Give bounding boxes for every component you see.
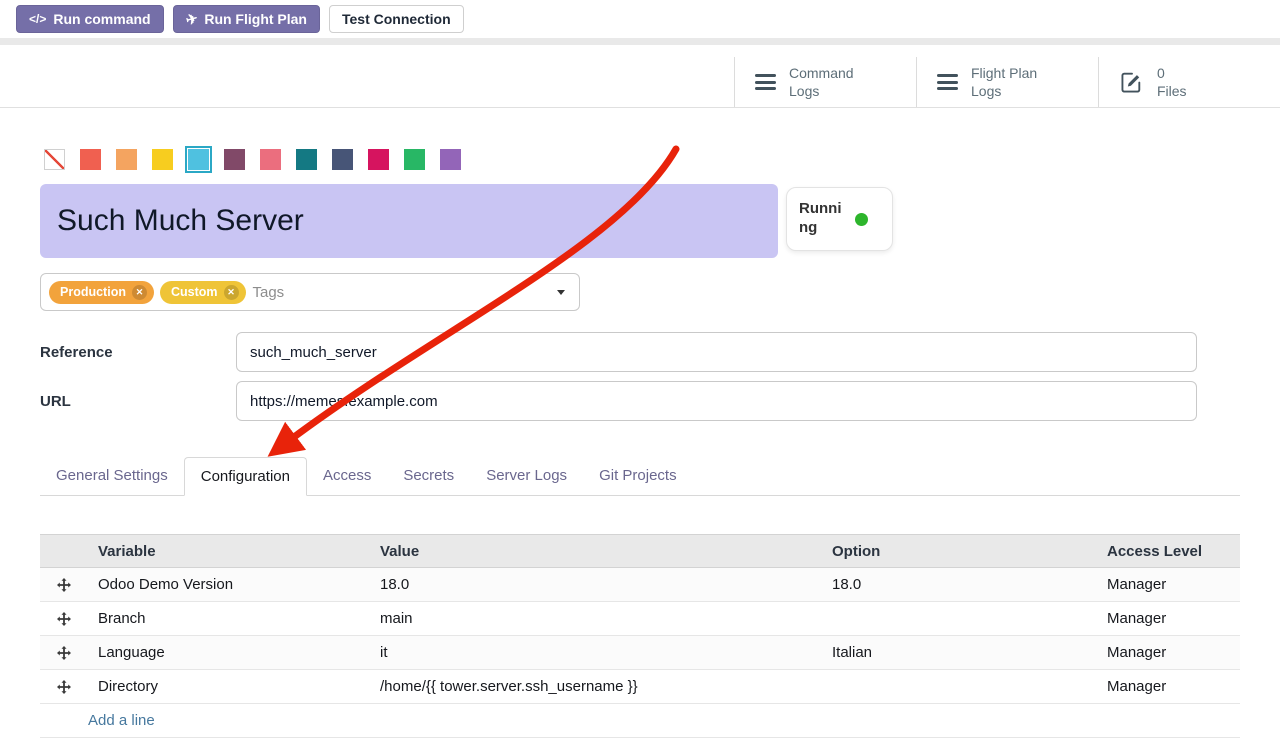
test-connection-button[interactable]: Test Connection xyxy=(329,5,464,33)
color-swatch-purple[interactable] xyxy=(440,149,461,170)
table-row: Directory /home/{{ tower.server.ssh_user… xyxy=(40,670,1240,704)
app-window: </> Run command ✈ Run Flight Plan Test C… xyxy=(0,0,1280,742)
color-swatch-green[interactable] xyxy=(404,149,425,170)
url-field-row: URL xyxy=(40,381,1240,421)
stat-button-command-logs[interactable]: CommandLogs xyxy=(734,57,916,107)
tags-placeholder: Tags xyxy=(253,284,285,301)
reference-field-row: Reference xyxy=(40,332,1240,372)
color-swatch-orange[interactable] xyxy=(116,149,137,170)
dropdown-caret-icon[interactable] xyxy=(557,290,565,295)
plane-icon: ✈ xyxy=(184,9,200,28)
run-flight-plan-button[interactable]: ✈ Run Flight Plan xyxy=(173,5,320,33)
tag-custom[interactable]: Custom ✕ xyxy=(160,281,246,304)
edit-icon xyxy=(1119,70,1144,95)
divider xyxy=(0,38,1280,45)
status-card: Running xyxy=(786,187,893,251)
tag-label: Production xyxy=(60,285,126,299)
cell-value[interactable]: 18.0 xyxy=(370,568,822,602)
tab-secrets[interactable]: Secrets xyxy=(387,457,470,496)
status-label: Running xyxy=(799,200,846,238)
stat-button-group: CommandLogs Flight PlanLogs 0Files xyxy=(734,57,1280,107)
tag-remove-icon[interactable]: ✕ xyxy=(132,285,147,300)
cell-option[interactable] xyxy=(822,602,1097,636)
cell-option[interactable]: 18.0 xyxy=(822,568,1097,602)
cell-option[interactable] xyxy=(822,670,1097,704)
menu-icon xyxy=(755,74,776,90)
menu-icon xyxy=(937,74,958,90)
color-swatch-row xyxy=(40,148,1240,170)
cell-option[interactable]: Italian xyxy=(822,636,1097,670)
tags-container: Production ✕ Custom ✕ xyxy=(49,281,246,304)
add-a-line-link[interactable]: Add a line xyxy=(88,712,155,729)
tag-remove-icon[interactable]: ✕ xyxy=(224,285,239,300)
table-header-row: Variable Value Option Access Level xyxy=(40,535,1240,568)
cell-variable[interactable]: Directory xyxy=(88,670,370,704)
form-header: CommandLogs Flight PlanLogs 0Files xyxy=(0,45,1280,108)
title-row: Running xyxy=(40,184,1240,258)
reference-input[interactable] xyxy=(236,332,1197,372)
cell-access-level[interactable]: Manager xyxy=(1097,602,1240,636)
stat-button-0-files[interactable]: 0Files xyxy=(1098,57,1280,107)
color-swatch-dark-blue[interactable] xyxy=(332,149,353,170)
code-icon: </> xyxy=(29,12,46,26)
col-header-handle xyxy=(40,535,88,568)
color-swatch-salmon-pink[interactable] xyxy=(260,149,281,170)
col-header-option: Option xyxy=(822,535,1097,568)
tab-general-settings[interactable]: General Settings xyxy=(40,457,184,496)
drag-handle-icon[interactable] xyxy=(40,646,88,660)
table-row: Language it Italian Manager xyxy=(40,636,1240,670)
color-swatch-dark-purple[interactable] xyxy=(224,149,245,170)
cell-variable[interactable]: Odoo Demo Version xyxy=(88,568,370,602)
tab-git-projects[interactable]: Git Projects xyxy=(583,457,693,496)
test-connection-label: Test Connection xyxy=(342,11,451,27)
cell-variable[interactable]: Language xyxy=(88,636,370,670)
stat-button-label: Flight PlanLogs xyxy=(971,64,1037,100)
color-swatch-teal[interactable] xyxy=(296,149,317,170)
run-flight-plan-label: Run Flight Plan xyxy=(204,11,307,27)
cell-value[interactable]: /home/{{ tower.server.ssh_username }} xyxy=(370,670,822,704)
add-line-row: Add a line xyxy=(40,704,1240,738)
url-input[interactable] xyxy=(236,381,1197,421)
top-toolbar: </> Run command ✈ Run Flight Plan Test C… xyxy=(0,0,1280,38)
cell-value[interactable]: main xyxy=(370,602,822,636)
url-label: URL xyxy=(40,393,236,410)
color-swatch-red[interactable] xyxy=(80,149,101,170)
cell-access-level[interactable]: Manager xyxy=(1097,670,1240,704)
server-name-input[interactable] xyxy=(40,184,778,258)
tab-server-logs[interactable]: Server Logs xyxy=(470,457,583,496)
configuration-table: Variable Value Option Access Level Odoo … xyxy=(40,534,1240,738)
form-sheet: Running Production ✕ Custom ✕ Tags Referenc… xyxy=(0,148,1280,738)
run-command-label: Run command xyxy=(53,11,150,27)
color-swatch-yellow[interactable] xyxy=(152,149,173,170)
tags-input[interactable]: Production ✕ Custom ✕ Tags xyxy=(40,273,580,311)
tab-bar: General SettingsConfigurationAccessSecre… xyxy=(40,457,1240,496)
cell-access-level[interactable]: Manager xyxy=(1097,568,1240,602)
table-row: Odoo Demo Version 18.0 18.0 Manager xyxy=(40,568,1240,602)
color-swatch-fuchsia[interactable] xyxy=(368,149,389,170)
table-row: Branch main Manager xyxy=(40,602,1240,636)
stat-button-flight-plan-logs[interactable]: Flight PlanLogs xyxy=(916,57,1098,107)
cell-value[interactable]: it xyxy=(370,636,822,670)
tag-label: Custom xyxy=(171,285,218,299)
stat-button-label: CommandLogs xyxy=(789,64,854,100)
cell-variable[interactable]: Branch xyxy=(88,602,370,636)
drag-handle-icon[interactable] xyxy=(40,680,88,694)
reference-label: Reference xyxy=(40,344,236,361)
tab-access[interactable]: Access xyxy=(307,457,387,496)
color-swatch-cyan[interactable] xyxy=(188,149,209,170)
table-body: Odoo Demo Version 18.0 18.0 Manager Bran… xyxy=(40,568,1240,704)
cell-access-level[interactable]: Manager xyxy=(1097,636,1240,670)
col-header-access-level: Access Level xyxy=(1097,535,1240,568)
tab-configuration[interactable]: Configuration xyxy=(184,457,307,496)
color-swatch-no-color[interactable] xyxy=(44,149,65,170)
drag-handle-icon[interactable] xyxy=(40,612,88,626)
drag-handle-icon[interactable] xyxy=(40,578,88,592)
status-dot xyxy=(855,213,868,226)
col-header-variable: Variable xyxy=(88,535,370,568)
run-command-button[interactable]: </> Run command xyxy=(16,5,164,33)
col-header-value: Value xyxy=(370,535,822,568)
tag-production[interactable]: Production ✕ xyxy=(49,281,154,304)
stat-button-label: 0Files xyxy=(1157,64,1187,100)
